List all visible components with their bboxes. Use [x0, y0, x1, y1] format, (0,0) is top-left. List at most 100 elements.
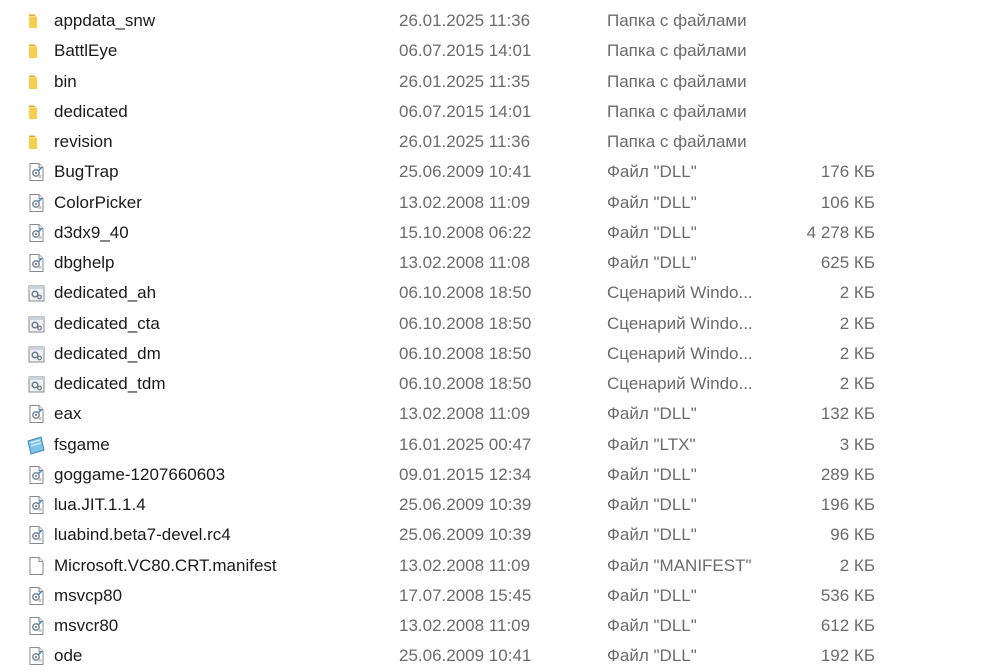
- file-date-modified: 26.01.2025 11:36: [399, 11, 531, 30]
- file-type: Сценарий Windo...: [607, 374, 753, 393]
- folder-icon: [26, 72, 46, 92]
- dll-file-icon: [26, 253, 46, 273]
- dll-file-icon: [26, 646, 46, 666]
- file-type: Файл "DLL": [607, 464, 697, 484]
- file-row[interactable]: fsgame 16.01.2025 00:47 Файл "LTX" 3 КБ: [0, 430, 1000, 460]
- file-row[interactable]: revision 26.01.2025 11:36 Папка с файлами: [0, 127, 1000, 157]
- folder-icon: [26, 102, 46, 122]
- file-date-modified: 26.01.2025 11:36: [399, 132, 531, 151]
- file-name: bin: [54, 71, 77, 91]
- file-row[interactable]: d3dx9_40 15.10.2008 06:22 Файл "DLL" 4 278 …: [0, 218, 1000, 248]
- file-date-modified: 16.01.2025 00:47: [399, 434, 532, 454]
- file-name: fsgame: [54, 434, 110, 454]
- file-date-modified: 13.02.2008 11:08: [399, 253, 531, 272]
- file-name: ode: [54, 646, 83, 666]
- file-row[interactable]: BugTrap 25.06.2009 10:41 Файл "DLL" 176 КБ: [0, 157, 1000, 187]
- folder-icon: [26, 132, 46, 152]
- ltx-file-icon: [26, 435, 46, 455]
- dll-file-icon: [26, 495, 46, 515]
- script-file-icon: [26, 283, 46, 303]
- file-date-modified: 06.10.2008 18:50: [399, 374, 532, 393]
- file-date-modified: 06.10.2008 18:50: [399, 313, 532, 333]
- file-type: Файл "DLL": [607, 162, 697, 182]
- file-row[interactable]: msvcr80 13.02.2008 11:09 Файл "DLL" 612 КБ: [0, 611, 1000, 641]
- dll-file-icon: [26, 465, 46, 485]
- file-type: Файл "DLL": [607, 404, 697, 424]
- file-name: BugTrap: [54, 162, 119, 182]
- file-row[interactable]: dedicated_dm 06.10.2008 18:50 Сценарий Win…: [0, 339, 1000, 369]
- file-size: 176 КБ: [820, 162, 875, 182]
- file-type: Папка с файлами: [607, 71, 747, 91]
- file-date-modified: 25.06.2009 10:41: [399, 646, 532, 666]
- file-size: 3 КБ: [839, 434, 875, 454]
- script-file-icon: [26, 374, 46, 394]
- file-name: d3dx9_40: [54, 222, 129, 242]
- file-row[interactable]: Microsoft.VC80.CRT.manifest 13.02.2008 11…: [0, 551, 1000, 581]
- file-date-modified: 13.02.2008 11:09: [399, 616, 531, 635]
- file-size: 2 КБ: [839, 283, 875, 303]
- file-size: 625 КБ: [820, 253, 875, 272]
- file-type: Файл "DLL": [607, 525, 697, 545]
- file-name: Microsoft.VC80.CRT.manifest: [54, 555, 277, 575]
- file-row[interactable]: dedicated 06.07.2015 14:01 Папка с файлами: [0, 97, 1000, 127]
- file-date-modified: 17.07.2008 15:45: [399, 585, 532, 605]
- file-row[interactable]: BattlEye 06.07.2015 14:01 Папка с файлами: [0, 36, 1000, 66]
- file-size: 2 КБ: [839, 343, 875, 363]
- folder-icon: [26, 41, 46, 61]
- file-type: Файл "MANIFEST": [607, 555, 752, 575]
- file-size: 196 КБ: [820, 495, 875, 514]
- dll-file-icon: [26, 616, 46, 636]
- file-row[interactable]: eax 13.02.2008 11:09 Файл "DLL" 132 КБ: [0, 399, 1000, 429]
- file-row[interactable]: msvcp80 17.07.2008 15:45 Файл "DLL" 536 КБ: [0, 581, 1000, 611]
- file-row[interactable]: bin 26.01.2025 11:35 Папка с файлами: [0, 67, 1000, 97]
- file-date-modified: 15.10.2008 06:22: [399, 222, 532, 242]
- dll-file-icon: [26, 586, 46, 606]
- file-row[interactable]: luabind.beta7-devel.rc4 25.06.2009 10:39 Ф…: [0, 520, 1000, 550]
- file-date-modified: 25.06.2009 10:39: [399, 525, 532, 545]
- file-name: ColorPicker: [54, 192, 142, 212]
- script-file-icon: [26, 314, 46, 334]
- file-name: BattlEye: [54, 41, 118, 61]
- file-row[interactable]: goggame-1207660603 09.01.2015 12:34 Файл "…: [0, 460, 1000, 490]
- file-size: 2 КБ: [839, 555, 875, 575]
- file-name: luabind.beta7-devel.rc4: [54, 525, 231, 545]
- file-name: lua.JIT.1.1.4: [54, 495, 146, 514]
- file-date-modified: 06.07.2015 14:01: [399, 41, 532, 61]
- file-row[interactable]: dedicated_ah 06.10.2008 18:50 Сценарий Win…: [0, 278, 1000, 308]
- file-name: dedicated_tdm: [54, 374, 166, 393]
- file-name: revision: [54, 132, 113, 151]
- file-size: 96 КБ: [830, 525, 875, 545]
- file-row[interactable]: dbghelp 13.02.2008 11:08 Файл "DLL" 625 КБ: [0, 248, 1000, 278]
- file-type: Файл "DLL": [607, 192, 697, 212]
- file-row[interactable]: dedicated_cta 06.10.2008 18:50 Сценарий Wi…: [0, 309, 1000, 339]
- file-date-modified: 13.02.2008 11:09: [399, 555, 531, 575]
- file-size: 132 КБ: [820, 404, 875, 424]
- file-row[interactable]: lua.JIT.1.1.4 25.06.2009 10:39 Файл "DLL" 1…: [0, 490, 1000, 520]
- file-row[interactable]: dedicated_tdm 06.10.2008 18:50 Сценарий Wi…: [0, 369, 1000, 399]
- dll-file-icon: [26, 404, 46, 424]
- file-name: dedicated_ah: [54, 283, 157, 303]
- file-row[interactable]: ColorPicker 13.02.2008 11:09 Файл "DLL" 106…: [0, 188, 1000, 218]
- file-size: 192 КБ: [820, 646, 875, 666]
- file-row[interactable]: ode 25.06.2009 10:41 Файл "DLL" 192 КБ: [0, 641, 1000, 671]
- dll-file-icon: [26, 525, 46, 545]
- file-row[interactable]: appdata_snw 26.01.2025 11:36 Папка с файла…: [0, 6, 1000, 36]
- file-name: msvcr80: [54, 616, 119, 635]
- file-type: Файл "DLL": [607, 616, 697, 635]
- file-type: Папка с файлами: [607, 132, 747, 151]
- file-date-modified: 13.02.2008 11:09: [399, 192, 531, 212]
- script-file-icon: [26, 344, 46, 364]
- file-name: dedicated_cta: [54, 313, 160, 333]
- file-date-modified: 13.02.2008 11:09: [399, 404, 531, 424]
- file-type: Сценарий Windo...: [607, 283, 753, 303]
- file-type: Файл "DLL": [607, 222, 697, 242]
- file-type: Файл "DLL": [607, 495, 697, 514]
- file-type: Сценарий Windo...: [607, 343, 753, 363]
- file-type: Папка с файлами: [607, 101, 747, 121]
- file-type: Файл "DLL": [607, 646, 697, 666]
- dll-file-icon: [26, 162, 46, 182]
- file-name: msvcp80: [54, 585, 123, 605]
- file-type: Папка с файлами: [607, 41, 747, 61]
- file-list: appdata_snw 26.01.2025 11:36 Папка с файла…: [0, 6, 1000, 672]
- file-date-modified: 06.07.2015 14:01: [399, 101, 532, 121]
